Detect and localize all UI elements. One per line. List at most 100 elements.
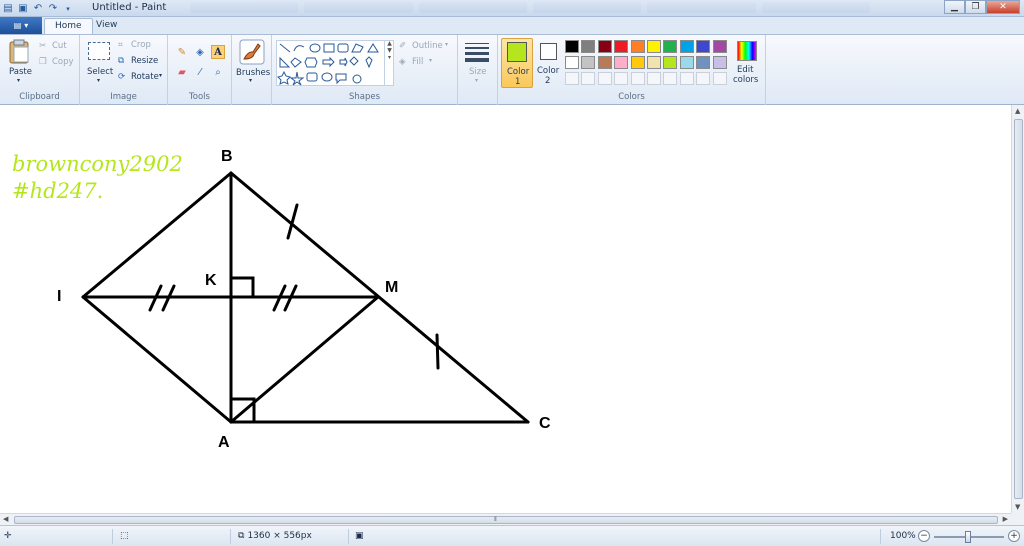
palette-swatch[interactable]	[581, 40, 596, 53]
palette-swatch[interactable]	[630, 56, 645, 69]
palette-swatch[interactable]	[663, 56, 678, 69]
close-button[interactable]: ✕	[986, 0, 1020, 14]
horizontal-scrollbar[interactable]: ◀ ⦀ ▶	[0, 513, 1011, 525]
palette-swatch[interactable]	[663, 40, 678, 53]
crop-icon: ⌗	[118, 40, 123, 50]
status-bar: ✛ ⬚ ⧉ 1360 × 556px ▣ 100% − +	[0, 525, 1024, 546]
custom-color-slot[interactable]	[565, 72, 579, 85]
color2-label-num: 2	[545, 76, 551, 86]
color1-label-num: 1	[515, 77, 521, 87]
tick-mark-MC	[435, 333, 440, 370]
custom-color-slot[interactable]	[679, 72, 694, 85]
redo-icon[interactable]: ↷	[47, 3, 59, 15]
color1-swatch	[507, 42, 527, 62]
palette-swatch[interactable]	[614, 56, 629, 69]
cut-button[interactable]: ✂ Cut	[39, 41, 77, 53]
custom-color-slot[interactable]	[581, 72, 596, 85]
label-M: M	[385, 279, 398, 296]
color-palette	[565, 40, 729, 88]
shapes-scroll[interactable]: ▲ ▼ ▾	[384, 40, 394, 86]
vertical-scrollbar[interactable]: ▲ ▼	[1011, 105, 1024, 513]
palette-swatch[interactable]	[647, 40, 661, 53]
custom-color-slot[interactable]	[712, 72, 727, 85]
paint-app-icon[interactable]: ▤	[2, 3, 14, 15]
color2-button[interactable]: Color 2	[535, 38, 563, 88]
shapes-gallery-icons	[277, 43, 379, 86]
palette-swatch[interactable]	[712, 56, 727, 69]
brushes-button[interactable]: Brushes ▾	[234, 39, 270, 89]
scroll-down-icon[interactable]: ▼	[1015, 503, 1020, 511]
size-button[interactable]: Size ▾	[463, 40, 493, 88]
scroll-up-icon[interactable]: ▲	[1015, 107, 1020, 115]
shapes-gallery[interactable]	[276, 40, 394, 86]
ghost-item	[761, 2, 870, 13]
palette-swatch[interactable]	[614, 40, 629, 53]
drawing-canvas[interactable]: browncony2902 #hd247. B I K M A C	[0, 105, 1011, 513]
ghost-item	[304, 2, 413, 13]
color2-label-word: Color	[537, 66, 560, 76]
scroll-right-icon[interactable]: ▶	[1003, 515, 1008, 523]
customize-qat-icon[interactable]: ▾	[62, 3, 74, 15]
color-spectrum-icon	[737, 41, 757, 61]
zoom-in-button[interactable]: +	[1008, 530, 1020, 542]
window-title: Untitled - Paint	[92, 2, 167, 13]
paste-button[interactable]: Paste ▾	[6, 39, 34, 85]
status-separator	[230, 529, 231, 544]
custom-color-slot[interactable]	[630, 72, 645, 85]
custom-color-slot[interactable]	[696, 72, 711, 85]
palette-swatch[interactable]	[565, 56, 579, 69]
fill-bucket-icon[interactable]: ◈	[193, 45, 207, 59]
palette-swatch[interactable]	[696, 40, 711, 53]
eraser-icon[interactable]: ▰	[175, 65, 189, 79]
palette-swatch[interactable]	[647, 56, 661, 69]
rotate-button[interactable]: ⟳ Rotate ▾	[118, 72, 166, 84]
paste-icon	[9, 39, 29, 64]
paint-menu-button[interactable]: ▤ ▾	[0, 17, 42, 34]
palette-swatch[interactable]	[597, 40, 612, 53]
scroll-left-icon[interactable]: ◀	[3, 515, 8, 523]
zoom-out-button[interactable]: −	[918, 530, 930, 542]
vertical-scroll-thumb[interactable]	[1014, 119, 1023, 499]
cursor-position: ✛	[4, 531, 12, 541]
image-group-label: Image	[110, 92, 137, 102]
minimize-button[interactable]: ▁	[944, 0, 965, 14]
zoom-slider-thumb[interactable]	[965, 531, 971, 543]
restore-button[interactable]: ❐	[965, 0, 986, 14]
outline-button[interactable]: ✐ Outline ▾	[399, 41, 455, 53]
edit-colors-button[interactable]: Edit colors	[731, 39, 765, 89]
custom-color-slot[interactable]	[614, 72, 629, 85]
label-K: K	[205, 272, 217, 289]
magnifier-icon[interactable]: ⌕	[211, 65, 225, 79]
save-icon[interactable]: ▣	[17, 3, 29, 15]
custom-color-slot[interactable]	[663, 72, 678, 85]
pencil-icon[interactable]: ✎	[175, 45, 189, 59]
horizontal-scroll-thumb[interactable]	[14, 516, 998, 524]
text-tool-icon[interactable]: A	[211, 45, 225, 59]
custom-color-slot[interactable]	[647, 72, 661, 85]
color-picker-icon[interactable]: ⁄	[193, 65, 207, 79]
rotate-label: Rotate	[131, 72, 159, 82]
custom-color-slot[interactable]	[597, 72, 612, 85]
copy-button[interactable]: ❐ Copy	[39, 57, 77, 69]
color2-swatch	[540, 43, 557, 60]
image-dimensions: 1360 × 556px	[247, 531, 312, 541]
palette-swatch[interactable]	[712, 40, 727, 53]
palette-swatch[interactable]	[630, 40, 645, 53]
palette-swatch[interactable]	[597, 56, 612, 69]
select-button[interactable]: Select ▾	[85, 39, 115, 85]
undo-icon[interactable]: ↶	[32, 3, 44, 15]
fill-button[interactable]: ◈ Fill ▾	[399, 57, 455, 69]
crop-button[interactable]: ⌗ Crop	[118, 40, 164, 52]
resize-button[interactable]: ⧉ Resize	[118, 56, 164, 68]
palette-swatch[interactable]	[696, 56, 711, 69]
palette-swatch[interactable]	[679, 56, 694, 69]
clipboard-group-label: Clipboard	[19, 92, 60, 102]
paint-window: ▤ ▣ ↶ ↷ ▾ Untitled - Paint ▁ ❐ ✕ ▤ ▾ Home…	[0, 0, 1024, 546]
tab-view[interactable]: View	[86, 18, 127, 34]
palette-swatch[interactable]	[565, 40, 579, 53]
palette-swatch[interactable]	[679, 40, 694, 53]
color1-button[interactable]: Color 1	[501, 38, 533, 88]
ribbon: Paste ▾ ✂ Cut ❐ Copy Clipboard Select ▾ …	[0, 34, 1024, 105]
zoom-slider[interactable]	[934, 531, 1004, 543]
palette-swatch[interactable]	[581, 56, 596, 69]
